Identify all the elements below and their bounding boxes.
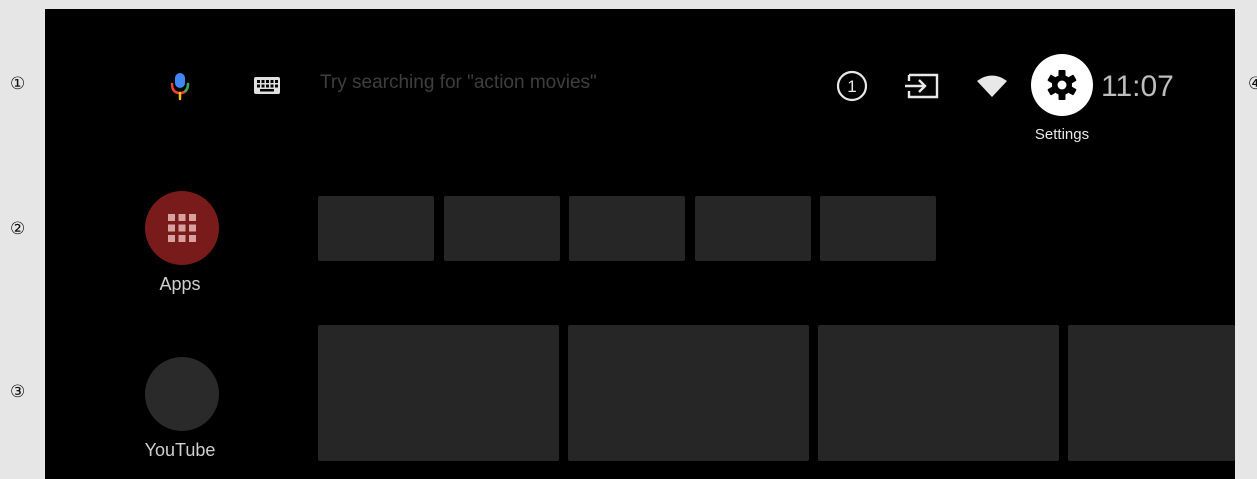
settings-button[interactable] (1031, 54, 1093, 116)
apps-tile[interactable] (444, 196, 560, 261)
youtube-tile[interactable] (568, 325, 809, 461)
apps-tile[interactable] (569, 196, 685, 261)
youtube-tile[interactable] (318, 325, 559, 461)
wifi-icon[interactable] (972, 71, 1012, 101)
youtube-tile[interactable] (818, 325, 1059, 461)
callout-1: ① (10, 74, 26, 94)
settings-label: Settings (1034, 126, 1090, 143)
callout-4: ④ (1248, 74, 1257, 94)
youtube-app-button[interactable] (145, 357, 219, 431)
youtube-label: YouTube (144, 440, 216, 460)
apps-tile[interactable] (820, 196, 936, 261)
clock: 11:07 (1101, 70, 1174, 103)
microphone-icon[interactable] (160, 69, 200, 103)
apps-tile[interactable] (318, 196, 434, 261)
search-input[interactable]: Try searching for "action movies" (320, 71, 597, 95)
keyboard-icon[interactable] (246, 71, 286, 101)
tv-home-screen: Try searching for "action movies" 1 Sett… (45, 9, 1235, 479)
callout-3: ③ (10, 382, 26, 402)
notification-icon[interactable]: 1 (835, 69, 869, 103)
gear-icon (1047, 70, 1077, 100)
callout-2: ② (10, 219, 26, 239)
notification-count: 1 (847, 77, 856, 96)
apps-tile[interactable] (695, 196, 811, 261)
apps-button[interactable] (145, 191, 219, 265)
apps-grid-icon (168, 214, 196, 242)
input-source-icon[interactable] (903, 71, 943, 101)
apps-label: Apps (159, 274, 201, 294)
youtube-tile[interactable] (1068, 325, 1235, 461)
